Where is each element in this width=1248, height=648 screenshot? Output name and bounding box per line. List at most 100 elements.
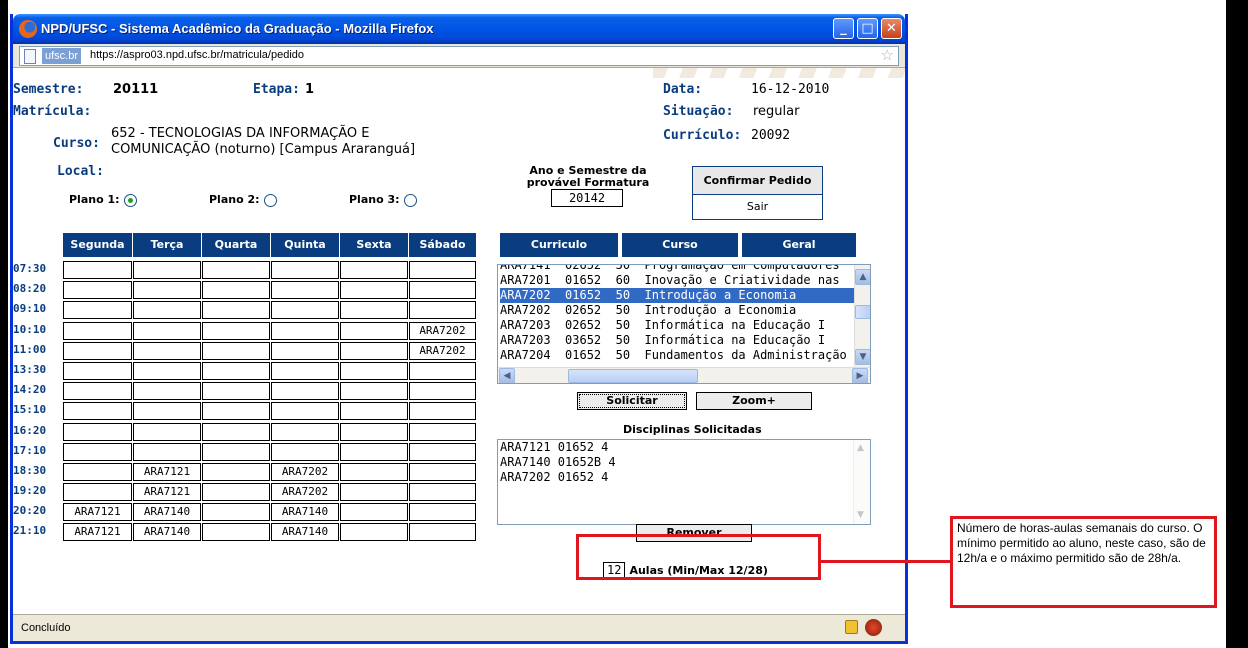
scroll-right-icon[interactable]: ▶ bbox=[852, 368, 868, 383]
scroll-thumb[interactable] bbox=[568, 369, 698, 383]
schedule-cell[interactable] bbox=[340, 361, 408, 380]
plano-2[interactable]: Plano 2: bbox=[209, 193, 277, 207]
plano-1[interactable]: Plano 1: bbox=[69, 193, 137, 207]
schedule-cell[interactable] bbox=[340, 341, 408, 360]
schedule-cell[interactable] bbox=[271, 261, 339, 279]
schedule-cell[interactable] bbox=[63, 382, 132, 401]
list-item[interactable]: ARA7140 01652B 4 bbox=[498, 455, 870, 470]
schedule-cell[interactable] bbox=[340, 503, 408, 522]
scroll-down-icon[interactable]: ▼ bbox=[857, 510, 864, 520]
schedule-cell[interactable]: ARA7202 bbox=[409, 321, 476, 340]
schedule-cell[interactable] bbox=[271, 382, 339, 401]
tab-curriculo[interactable]: Curriculo bbox=[500, 233, 618, 257]
schedule-cell[interactable] bbox=[202, 422, 270, 441]
schedule-cell[interactable] bbox=[340, 382, 408, 401]
scroll-up-icon[interactable]: ▲ bbox=[857, 443, 864, 453]
schedule-cell[interactable] bbox=[202, 341, 270, 360]
schedule-cell[interactable] bbox=[133, 361, 201, 380]
schedule-cell[interactable] bbox=[63, 483, 132, 502]
schedule-cell[interactable] bbox=[340, 523, 408, 542]
schedule-cell[interactable]: ARA7121 bbox=[63, 503, 132, 522]
schedule-cell[interactable] bbox=[340, 281, 408, 300]
schedule-cell[interactable] bbox=[409, 382, 476, 401]
schedule-cell[interactable] bbox=[340, 301, 408, 320]
list-vertical-scrollbar[interactable]: ▲ ▼ bbox=[854, 265, 870, 367]
schedule-cell[interactable] bbox=[340, 422, 408, 441]
solicitadas-scrollbar[interactable]: ▲ ▼ bbox=[853, 440, 870, 524]
scroll-thumb[interactable] bbox=[855, 305, 870, 319]
sair-button[interactable]: Sair bbox=[693, 195, 822, 219]
schedule-cell[interactable] bbox=[63, 422, 132, 441]
list-item[interactable]: ARA7202 02652 50 Introdução a Economia bbox=[500, 303, 854, 318]
minimize-button[interactable]: _ bbox=[833, 18, 854, 39]
schedule-cell[interactable] bbox=[133, 402, 201, 421]
schedule-cell[interactable] bbox=[409, 462, 476, 481]
list-item[interactable]: ARA7203 02652 50 Informática na Educação… bbox=[500, 318, 854, 333]
schedule-cell[interactable] bbox=[133, 301, 201, 320]
schedule-cell[interactable] bbox=[63, 462, 132, 481]
plano-2-radio[interactable] bbox=[263, 193, 277, 207]
schedule-cell[interactable] bbox=[63, 301, 132, 320]
formatura-value[interactable]: 20142 bbox=[551, 189, 623, 207]
schedule-cell[interactable] bbox=[133, 281, 201, 300]
schedule-cell[interactable] bbox=[202, 261, 270, 279]
schedule-cell[interactable] bbox=[340, 402, 408, 421]
schedule-cell[interactable] bbox=[409, 301, 476, 320]
schedule-cell[interactable]: ARA7202 bbox=[271, 462, 339, 481]
url-text[interactable]: https://aspro03.npd.ufsc.br/matricula/pe… bbox=[90, 49, 304, 61]
schedule-cell[interactable] bbox=[409, 361, 476, 380]
title-bar[interactable]: NPD/UFSC - Sistema Acadêmico da Graduaçã… bbox=[13, 14, 905, 44]
schedule-cell[interactable] bbox=[409, 281, 476, 300]
schedule-cell[interactable] bbox=[409, 261, 476, 279]
list-item[interactable]: ARA7201 01652 60 Inovação e Criatividade… bbox=[500, 273, 854, 288]
list-item[interactable]: ARA7141 02652 50 Programação em Computad… bbox=[500, 265, 854, 273]
list-item[interactable]: ARA7204 01652 50 Fundamentos da Administ… bbox=[500, 348, 854, 363]
schedule-cell[interactable] bbox=[409, 402, 476, 421]
scroll-up-icon[interactable]: ▲ bbox=[855, 269, 870, 285]
schedule-cell[interactable] bbox=[409, 442, 476, 461]
schedule-cell[interactable] bbox=[63, 361, 132, 380]
confirmar-pedido-button[interactable]: Confirmar Pedido bbox=[693, 167, 822, 195]
schedule-cell[interactable] bbox=[133, 422, 201, 441]
schedule-cell[interactable] bbox=[202, 483, 270, 502]
schedule-cell[interactable] bbox=[340, 442, 408, 461]
schedule-cell[interactable] bbox=[340, 261, 408, 279]
list-item[interactable]: ARA7121 01652 4 bbox=[498, 440, 870, 455]
schedule-cell[interactable] bbox=[202, 402, 270, 421]
close-button[interactable]: ✕ bbox=[881, 18, 902, 39]
schedule-cell[interactable] bbox=[63, 341, 132, 360]
schedule-cell[interactable] bbox=[409, 503, 476, 522]
schedule-cell[interactable] bbox=[133, 261, 201, 279]
schedule-cell[interactable]: ARA7202 bbox=[409, 341, 476, 360]
domain-badge[interactable]: ufsc.br bbox=[42, 48, 82, 64]
schedule-cell[interactable] bbox=[202, 523, 270, 542]
schedule-cell[interactable] bbox=[63, 402, 132, 421]
zoom-button[interactable]: Zoom+ bbox=[696, 392, 812, 410]
scroll-left-icon[interactable]: ◀ bbox=[499, 368, 515, 383]
list-horizontal-scrollbar[interactable]: ◀ ▶ bbox=[498, 367, 870, 383]
schedule-cell[interactable]: ARA7140 bbox=[133, 523, 201, 542]
bookmark-star-icon[interactable]: ☆ bbox=[881, 46, 894, 64]
schedule-cell[interactable] bbox=[271, 321, 339, 340]
list-item[interactable]: ARA7203 03652 50 Informática na Educação… bbox=[500, 333, 854, 348]
tab-geral[interactable]: Geral bbox=[742, 233, 856, 257]
schedule-cell[interactable] bbox=[409, 483, 476, 502]
schedule-cell[interactable] bbox=[340, 483, 408, 502]
scroll-down-icon[interactable]: ▼ bbox=[855, 349, 870, 365]
schedule-cell[interactable]: ARA7121 bbox=[63, 523, 132, 542]
schedule-cell[interactable]: ARA7140 bbox=[271, 503, 339, 522]
schedule-cell[interactable] bbox=[409, 422, 476, 441]
maximize-button[interactable]: □ bbox=[857, 18, 878, 39]
schedule-cell[interactable] bbox=[409, 523, 476, 542]
schedule-cell[interactable] bbox=[63, 442, 132, 461]
plano-3-radio[interactable] bbox=[403, 193, 417, 207]
tab-curso[interactable]: Curso bbox=[622, 233, 738, 257]
schedule-cell[interactable] bbox=[271, 361, 339, 380]
solicitar-button[interactable]: Solicitar bbox=[577, 392, 687, 410]
schedule-cell[interactable] bbox=[271, 281, 339, 300]
schedule-cell[interactable] bbox=[202, 462, 270, 481]
solicitadas-list[interactable]: ARA7121 01652 4 ARA7140 01652B 4 ARA7202 0… bbox=[497, 439, 871, 525]
schedule-cell[interactable] bbox=[340, 462, 408, 481]
schedule-cell[interactable] bbox=[202, 382, 270, 401]
schedule-cell[interactable] bbox=[271, 301, 339, 320]
